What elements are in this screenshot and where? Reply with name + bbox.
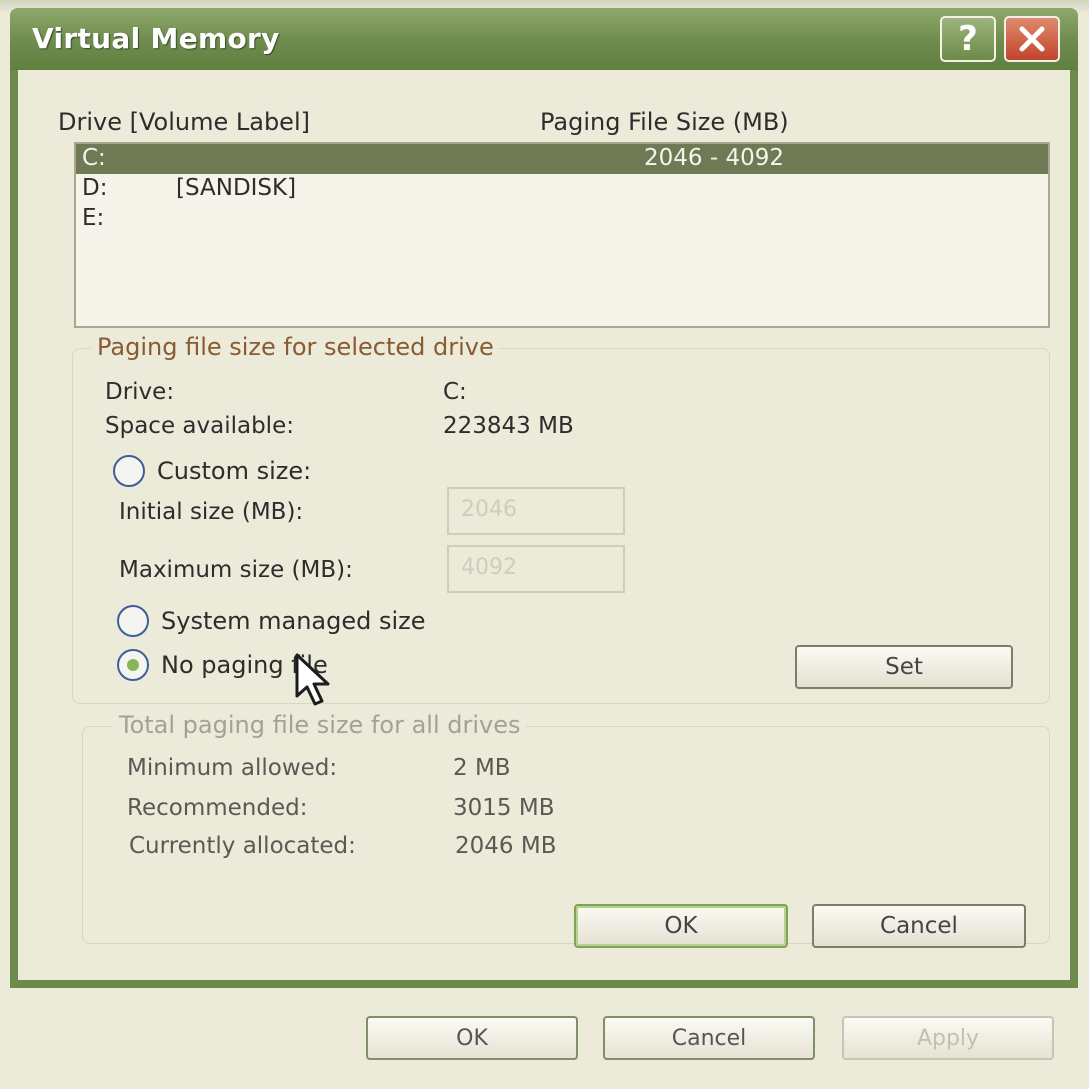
- parent-apply-button[interactable]: Apply: [842, 1016, 1054, 1060]
- drive-row-d[interactable]: D: [SANDISK]: [76, 174, 1048, 204]
- close-button[interactable]: [1004, 16, 1060, 62]
- recommended-value: 3015 MB: [453, 795, 555, 821]
- drive-letter: C:: [82, 145, 106, 171]
- custom-size-radio[interactable]: [113, 455, 145, 487]
- mouse-cursor-icon: [295, 653, 330, 706]
- selected-drive-group-title: Paging file size for selected drive: [91, 333, 500, 361]
- drive-row-e[interactable]: E:: [76, 204, 1048, 234]
- recommended-label: Recommended:: [127, 795, 308, 821]
- help-button[interactable]: ?: [940, 16, 996, 62]
- dialog-title: Virtual Memory: [32, 22, 280, 55]
- minimum-allowed-value: 2 MB: [453, 755, 511, 781]
- drive-row-c[interactable]: C: 2046 - 4092: [76, 144, 1048, 174]
- drive-letter: E:: [82, 205, 105, 231]
- system-managed-radio[interactable]: [117, 605, 149, 637]
- help-icon: ?: [958, 19, 978, 59]
- currently-allocated-value: 2046 MB: [455, 833, 557, 859]
- drive-label: Drive:: [105, 379, 175, 405]
- space-available-value: 223843 MB: [443, 413, 574, 439]
- no-paging-file-radio[interactable]: [117, 649, 149, 681]
- maximum-size-field[interactable]: 4092: [447, 545, 625, 593]
- currently-allocated-label: Currently allocated:: [129, 833, 356, 859]
- drive-value: C:: [443, 379, 467, 405]
- custom-size-label[interactable]: Custom size:: [157, 457, 311, 485]
- dialog-body: Drive [Volume Label] Paging File Size (M…: [18, 70, 1070, 980]
- parent-ok-button[interactable]: OK: [366, 1016, 578, 1060]
- size-column-header: Paging File Size (MB): [540, 108, 789, 136]
- cancel-button[interactable]: Cancel: [812, 904, 1026, 948]
- initial-size-label: Initial size (MB):: [119, 499, 304, 525]
- maximum-size-label: Maximum size (MB):: [119, 557, 353, 583]
- ok-button[interactable]: OK: [574, 904, 788, 948]
- virtual-memory-dialog: Virtual Memory ? Drive [Volume Label] Pa…: [10, 8, 1078, 988]
- drive-column-header: Drive [Volume Label]: [58, 108, 310, 136]
- set-button[interactable]: Set: [795, 645, 1013, 689]
- parent-cancel-button[interactable]: Cancel: [603, 1016, 815, 1060]
- initial-size-field[interactable]: 2046: [447, 487, 625, 535]
- close-icon: [1019, 26, 1045, 52]
- total-paging-group-title: Total paging file size for all drives: [113, 711, 527, 739]
- drive-paging-size: 2046 - 4092: [644, 145, 784, 171]
- title-bar[interactable]: Virtual Memory ?: [10, 8, 1078, 70]
- space-available-label: Space available:: [105, 413, 294, 439]
- drive-letter: D:: [82, 175, 108, 201]
- system-managed-label[interactable]: System managed size: [161, 607, 426, 635]
- selected-drive-group: Paging file size for selected drive Driv…: [72, 333, 1050, 704]
- minimum-allowed-label: Minimum allowed:: [127, 755, 338, 781]
- drive-list[interactable]: C: 2046 - 4092 D: [SANDISK] E:: [74, 142, 1050, 328]
- drive-volume-label: [SANDISK]: [176, 175, 297, 201]
